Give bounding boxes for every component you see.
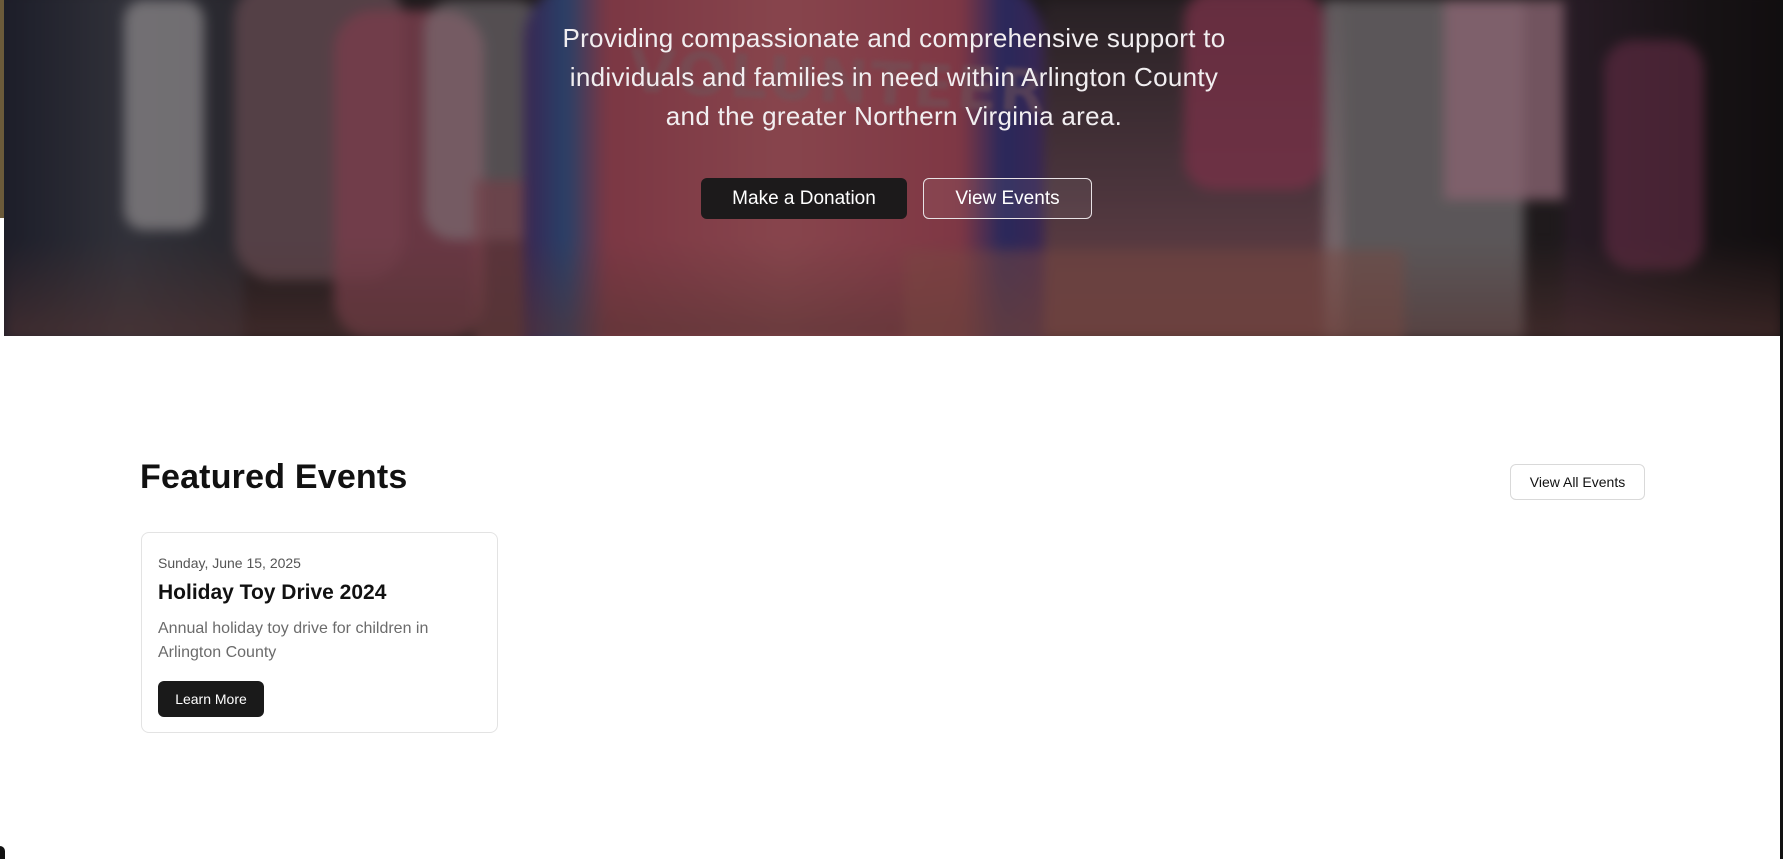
window-corner-bottom-left [0,846,5,859]
hero-section: VOLUNTEER Providing compassionate and co… [4,0,1783,336]
event-card: Sunday, June 15, 2025 Holiday Toy Drive … [141,532,498,733]
make-donation-button[interactable]: Make a Donation [701,178,907,219]
view-all-events-button[interactable]: View All Events [1510,464,1645,500]
view-events-button[interactable]: View Events [923,178,1092,219]
learn-more-button[interactable]: Learn More [158,681,264,717]
section-title: Featured Events [140,458,408,496]
event-title: Holiday Toy Drive 2024 [158,581,387,604]
event-date: Sunday, June 15, 2025 [158,555,301,571]
event-description: Annual holiday toy drive for children in… [158,620,429,661]
hero-tagline: Providing compassionate and comprehensiv… [562,23,1226,131]
